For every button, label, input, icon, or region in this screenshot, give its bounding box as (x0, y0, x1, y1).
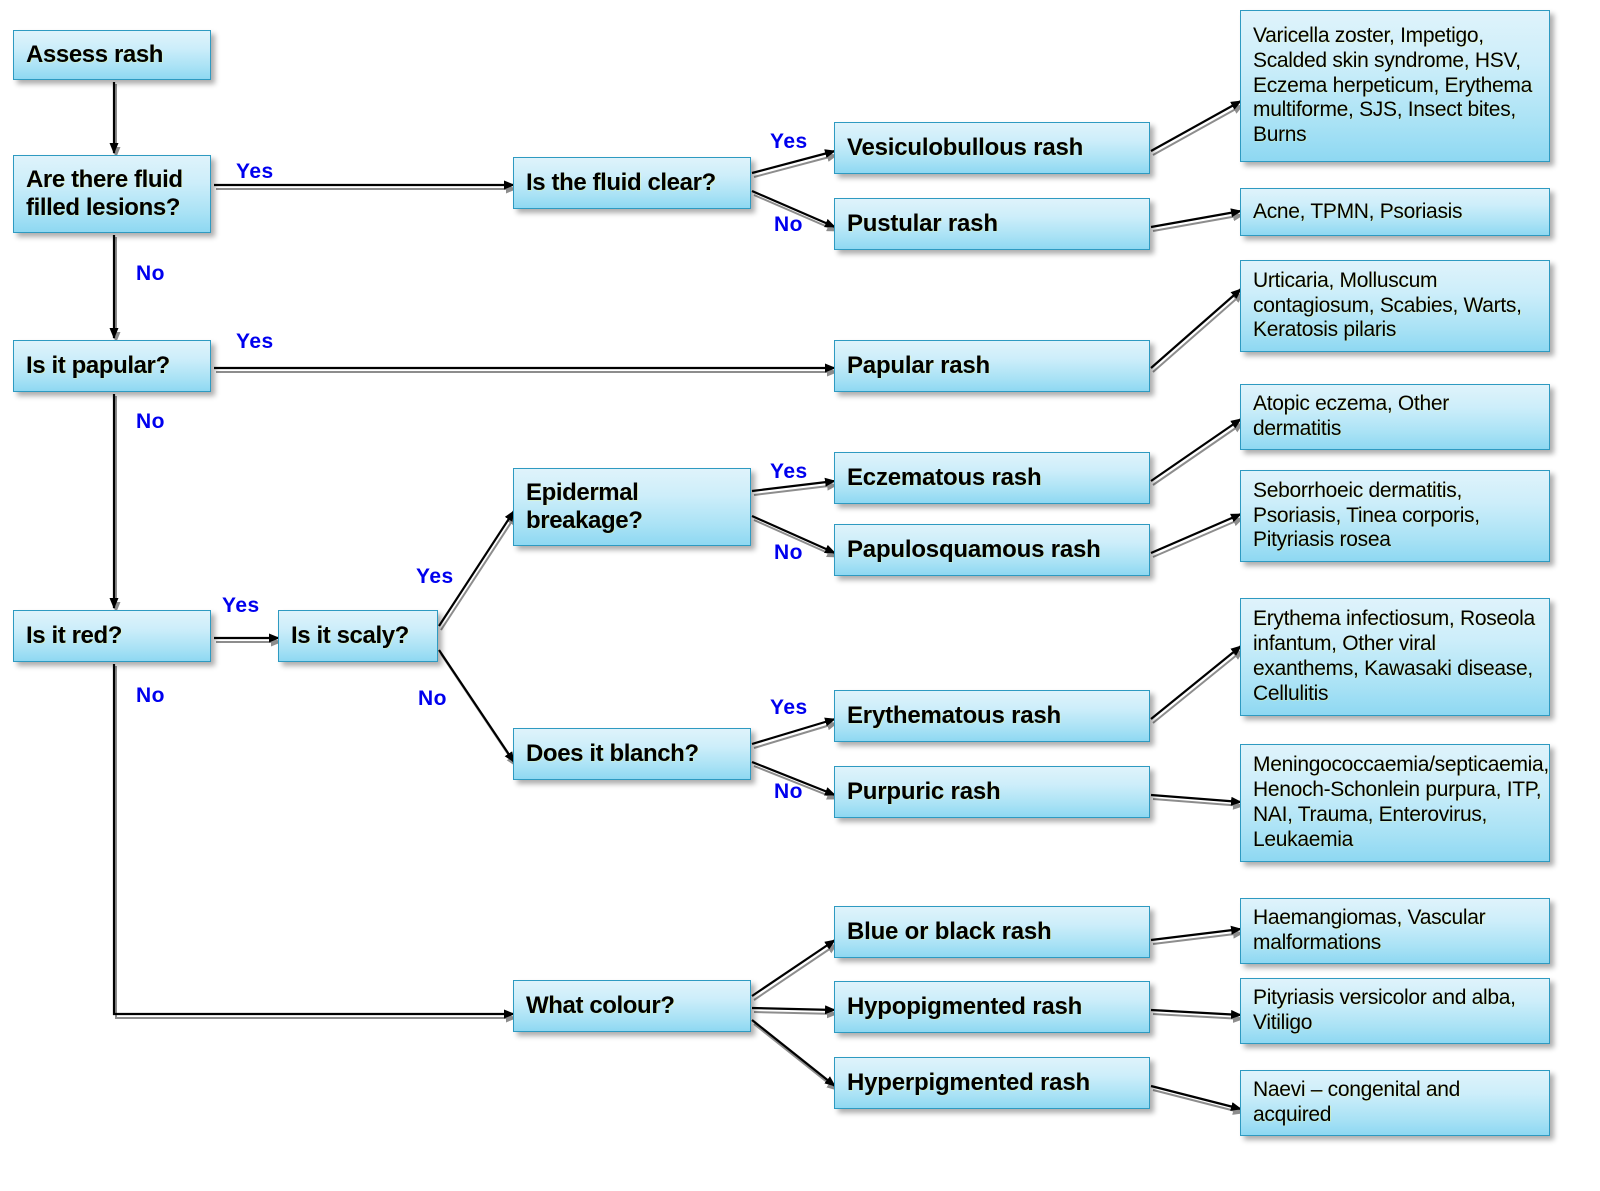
flowchart-canvas: Assess rash Are there fluid filled lesio… (0, 0, 1600, 1191)
node-label: Blue or black rash (847, 917, 1052, 945)
node-label: Is it papular? (26, 351, 170, 379)
node-is-the-fluid-clear[interactable]: Is the fluid clear? (513, 157, 751, 209)
node-label: Hypopigmented rash (847, 992, 1083, 1020)
edge-label-scaly-yes: Yes (416, 565, 454, 588)
node-is-it-red[interactable]: Is it red? (13, 610, 211, 662)
node-label: Eczematous rash (847, 463, 1042, 491)
node-diagnoses-erythematous[interactable]: Erythema infectiosum, Roseola infantum, … (1240, 598, 1550, 716)
node-label: Pustular rash (847, 209, 998, 237)
node-label: Haemangiomas, Vascular malformations (1253, 906, 1486, 954)
node-pustular-rash[interactable]: Pustular rash (834, 198, 1150, 250)
edge-label-blanch-yes: Yes (770, 696, 808, 719)
edge-label-scaly-no: No (418, 687, 447, 710)
node-label: Does it blanch? (526, 739, 699, 767)
node-papulosquamous-rash[interactable]: Papulosquamous rash (834, 524, 1150, 576)
node-diagnoses-blue-or-black[interactable]: Haemangiomas, Vascular malformations (1240, 898, 1550, 964)
node-what-colour[interactable]: What colour? (513, 980, 751, 1032)
node-label: Papular rash (847, 351, 990, 379)
node-label: What colour? (526, 991, 675, 1019)
edge-label-blanch-no: No (774, 780, 803, 803)
node-label: Varicella zoster, Impetigo, Scalded skin… (1253, 24, 1533, 147)
node-diagnoses-purpuric[interactable]: Meningococcaemia/septicaemia, Henoch-Sch… (1240, 744, 1550, 862)
node-label: Is it scaly? (291, 621, 409, 649)
node-epidermal-breakage[interactable]: Epidermal breakage? (513, 468, 751, 546)
node-label: Papulosquamous rash (847, 535, 1101, 563)
edge-label-fluid-yes: Yes (236, 160, 274, 183)
node-label: Naevi – congenital and acquired (1253, 1078, 1461, 1126)
node-label: Assess rash (26, 40, 164, 68)
node-label: Epidermal breakage? (526, 478, 643, 534)
node-label: Vesiculobullous rash (847, 133, 1084, 161)
node-label: Purpuric rash (847, 777, 1001, 805)
edge-label-red-yes: Yes (222, 594, 260, 617)
edge-label-epidermal-no: No (774, 541, 803, 564)
edge-label-fluid-no: No (136, 262, 165, 285)
node-label: Erythema infectiosum, Roseola infantum, … (1253, 607, 1535, 705)
node-label: Are there fluid filled lesions? (26, 165, 183, 221)
node-label: Hyperpigmented rash (847, 1068, 1090, 1096)
node-diagnoses-hypopigmented[interactable]: Pityriasis versicolor and alba, Vitiligo (1240, 978, 1550, 1044)
node-label: Erythematous rash (847, 701, 1062, 729)
edge-label-epidermal-yes: Yes (770, 460, 808, 483)
node-diagnoses-pustular[interactable]: Acne, TPMN, Psoriasis (1240, 188, 1550, 236)
node-eczematous-rash[interactable]: Eczematous rash (834, 452, 1150, 504)
node-diagnoses-papular[interactable]: Urticaria, Molluscum contagiosum, Scabie… (1240, 260, 1550, 352)
node-is-it-papular[interactable]: Is it papular? (13, 340, 211, 392)
node-vesiculobullous-rash[interactable]: Vesiculobullous rash (834, 122, 1150, 174)
edge-label-papular-yes: Yes (236, 330, 274, 353)
node-purpuric-rash[interactable]: Purpuric rash (834, 766, 1150, 818)
node-label: Is it red? (26, 621, 123, 649)
node-diagnoses-papulosquamous[interactable]: Seborrhoeic dermatitis, Psoriasis, Tinea… (1240, 470, 1550, 562)
node-label: Atopic eczema, Other dermatitis (1253, 392, 1449, 440)
edge-label-clear-no: No (774, 213, 803, 236)
node-label: Acne, TPMN, Psoriasis (1253, 199, 1463, 223)
node-label: Pityriasis versicolor and alba, Vitiligo (1253, 986, 1516, 1034)
node-papular-rash[interactable]: Papular rash (834, 340, 1150, 392)
node-diagnoses-vesiculobullous[interactable]: Varicella zoster, Impetigo, Scalded skin… (1240, 10, 1550, 162)
node-diagnoses-hyperpigmented[interactable]: Naevi – congenital and acquired (1240, 1070, 1550, 1136)
edge-label-red-no: No (136, 684, 165, 707)
node-label: Meningococcaemia/septicaemia, Henoch-Sch… (1253, 753, 1549, 851)
node-blue-or-black-rash[interactable]: Blue or black rash (834, 906, 1150, 958)
edge-label-papular-no: No (136, 410, 165, 433)
node-label: Is the fluid clear? (526, 168, 716, 196)
node-assess-rash[interactable]: Assess rash (13, 30, 211, 80)
node-is-it-scaly[interactable]: Is it scaly? (278, 610, 438, 662)
node-does-it-blanch[interactable]: Does it blanch? (513, 728, 751, 780)
node-hypopigmented-rash[interactable]: Hypopigmented rash (834, 981, 1150, 1033)
node-are-there-fluid-filled-lesions[interactable]: Are there fluid filled lesions? (13, 155, 211, 233)
node-hyperpigmented-rash[interactable]: Hyperpigmented rash (834, 1057, 1150, 1109)
node-erythematous-rash[interactable]: Erythematous rash (834, 690, 1150, 742)
node-label: Seborrhoeic dermatitis, Psoriasis, Tinea… (1253, 478, 1480, 552)
node-diagnoses-eczematous[interactable]: Atopic eczema, Other dermatitis (1240, 384, 1550, 450)
node-label: Urticaria, Molluscum contagiosum, Scabie… (1253, 268, 1522, 342)
edge-label-clear-yes: Yes (770, 130, 808, 153)
